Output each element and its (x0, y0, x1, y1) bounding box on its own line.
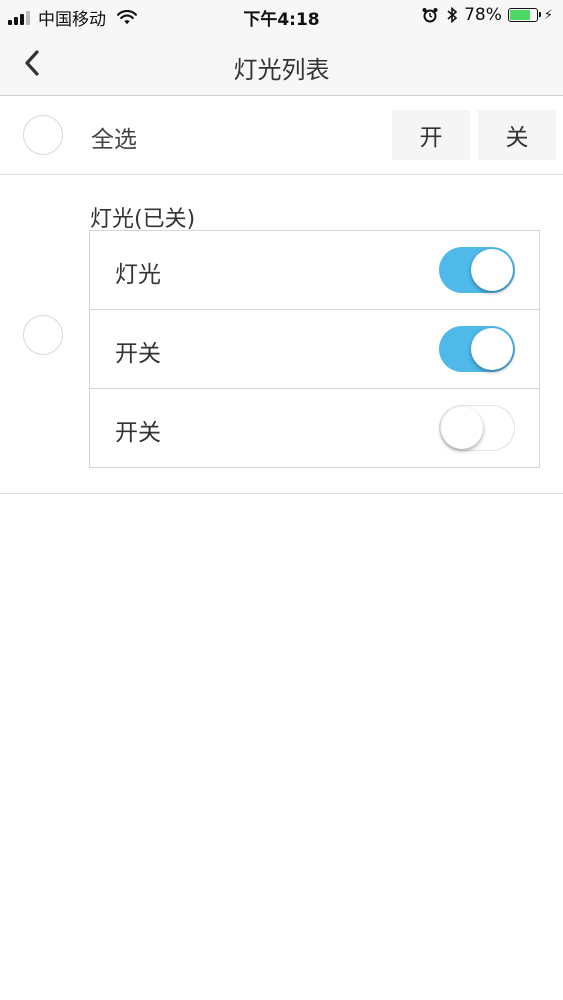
switch-row: 开关 (90, 389, 539, 468)
alarm-icon (422, 8, 438, 23)
toggle-knob (471, 328, 513, 370)
switch-label: 灯光 (115, 262, 161, 288)
page-title: 灯光列表 (233, 56, 330, 84)
charging-icon: ⚡ (543, 7, 553, 23)
battery-percent: 78% (464, 5, 502, 25)
switch-label: 开关 (115, 341, 161, 367)
group-title: 灯光(已关) (90, 207, 196, 232)
select-all-radio[interactable] (23, 115, 63, 155)
all-on-button[interactable]: 开 (392, 110, 470, 160)
battery-icon (507, 8, 541, 22)
status-bar: 中国移动 下午4:18 78% ⚡ (0, 0, 563, 32)
switch-row: 开关 (90, 310, 539, 389)
select-all-label: 全选 (91, 127, 137, 153)
toggle-knob (471, 249, 513, 291)
device-group: 灯光(已关) 灯光 开关 开关 (0, 175, 563, 494)
switch-row: 灯光 (90, 231, 539, 310)
toggle-switch[interactable] (439, 247, 515, 293)
bluetooth-icon (447, 6, 458, 24)
all-off-button[interactable]: 关 (478, 110, 556, 160)
switch-label: 开关 (115, 420, 161, 446)
switch-list: 灯光 开关 开关 (89, 230, 540, 468)
toggle-knob (441, 407, 483, 449)
toggle-switch[interactable] (439, 326, 515, 372)
nav-bar: 灯光列表 (0, 32, 563, 96)
toggle-switch[interactable] (439, 405, 515, 451)
status-right: 78% ⚡ (422, 5, 553, 25)
select-all-row: 全选 开 关 (0, 96, 563, 175)
group-select-radio[interactable] (23, 315, 63, 355)
